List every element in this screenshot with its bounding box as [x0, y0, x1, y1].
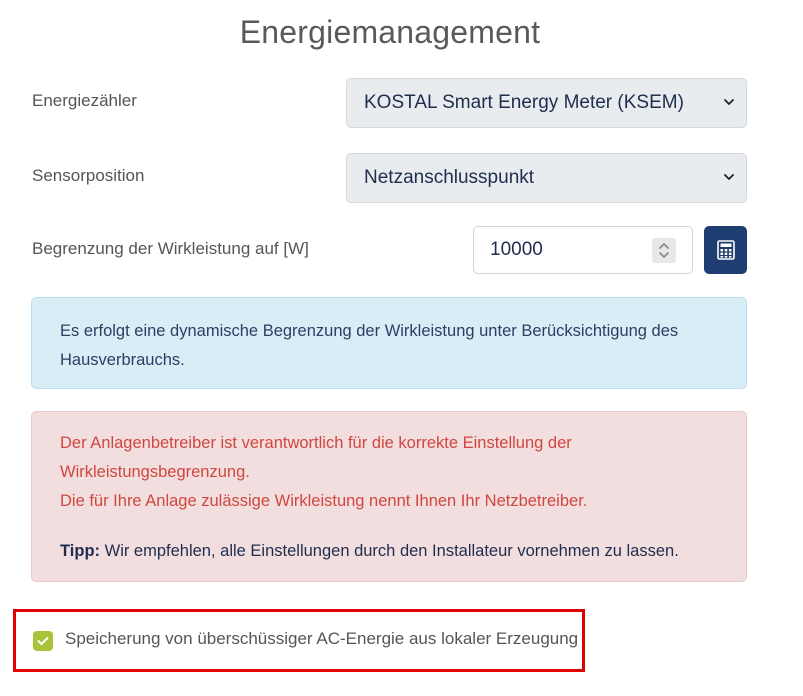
ac-storage-label[interactable]: Speicherung von überschüssiger AC-Energi… — [65, 629, 578, 649]
sensor-position-select[interactable]: Netzanschlusspunkt — [346, 153, 747, 203]
warning-alert-line1: Der Anlagenbetreiber ist verantwortlich … — [60, 434, 572, 452]
warning-alert: Der Anlagenbetreiber ist verantwortlich … — [31, 411, 747, 582]
checkmark-icon — [37, 637, 49, 645]
energy-meter-label: Energiezähler — [32, 91, 137, 110]
power-limit-label: Begrenzung der Wirkleistung auf [W] — [32, 239, 309, 258]
energy-meter-value: KOSTAL Smart Energy Meter (KSEM) — [364, 92, 684, 113]
sensor-position-label: Sensorposition — [32, 166, 145, 185]
tip-label: Tipp: — [60, 542, 101, 560]
info-alert: Es erfolgt eine dynamische Begrenzung de… — [31, 297, 747, 389]
ac-storage-checkbox[interactable] — [33, 631, 53, 651]
energy-meter-select[interactable]: KOSTAL Smart Energy Meter (KSEM) — [346, 78, 747, 128]
power-limit-value: 10000 — [490, 239, 543, 260]
warning-alert-line2: Wirkleistungsbegrenzung. — [60, 463, 250, 481]
warning-alert-line3: Die für Ihre Anlage zulässige Wirkleistu… — [60, 492, 588, 510]
tip-text: Wir empfehlen, alle Einstellungen durch … — [100, 542, 679, 560]
warning-alert-tip: Tipp: Wir empfehlen, alle Einstellungen … — [60, 537, 718, 566]
chevron-down-icon — [724, 99, 734, 105]
info-alert-line1: Es erfolgt eine dynamische Begrenzung de… — [60, 322, 679, 340]
info-alert-line2: Hausverbrauchs. — [60, 351, 185, 369]
number-spinner[interactable] — [652, 238, 676, 263]
calculator-button[interactable] — [704, 226, 747, 274]
calculator-icon — [716, 240, 735, 260]
spinner-arrows-icon — [659, 243, 669, 258]
chevron-down-icon — [724, 174, 734, 180]
page-title: Energiemanagement — [239, 14, 541, 50]
sensor-position-value: Netzanschlusspunkt — [364, 167, 535, 188]
power-limit-input[interactable]: 10000 — [473, 226, 693, 274]
